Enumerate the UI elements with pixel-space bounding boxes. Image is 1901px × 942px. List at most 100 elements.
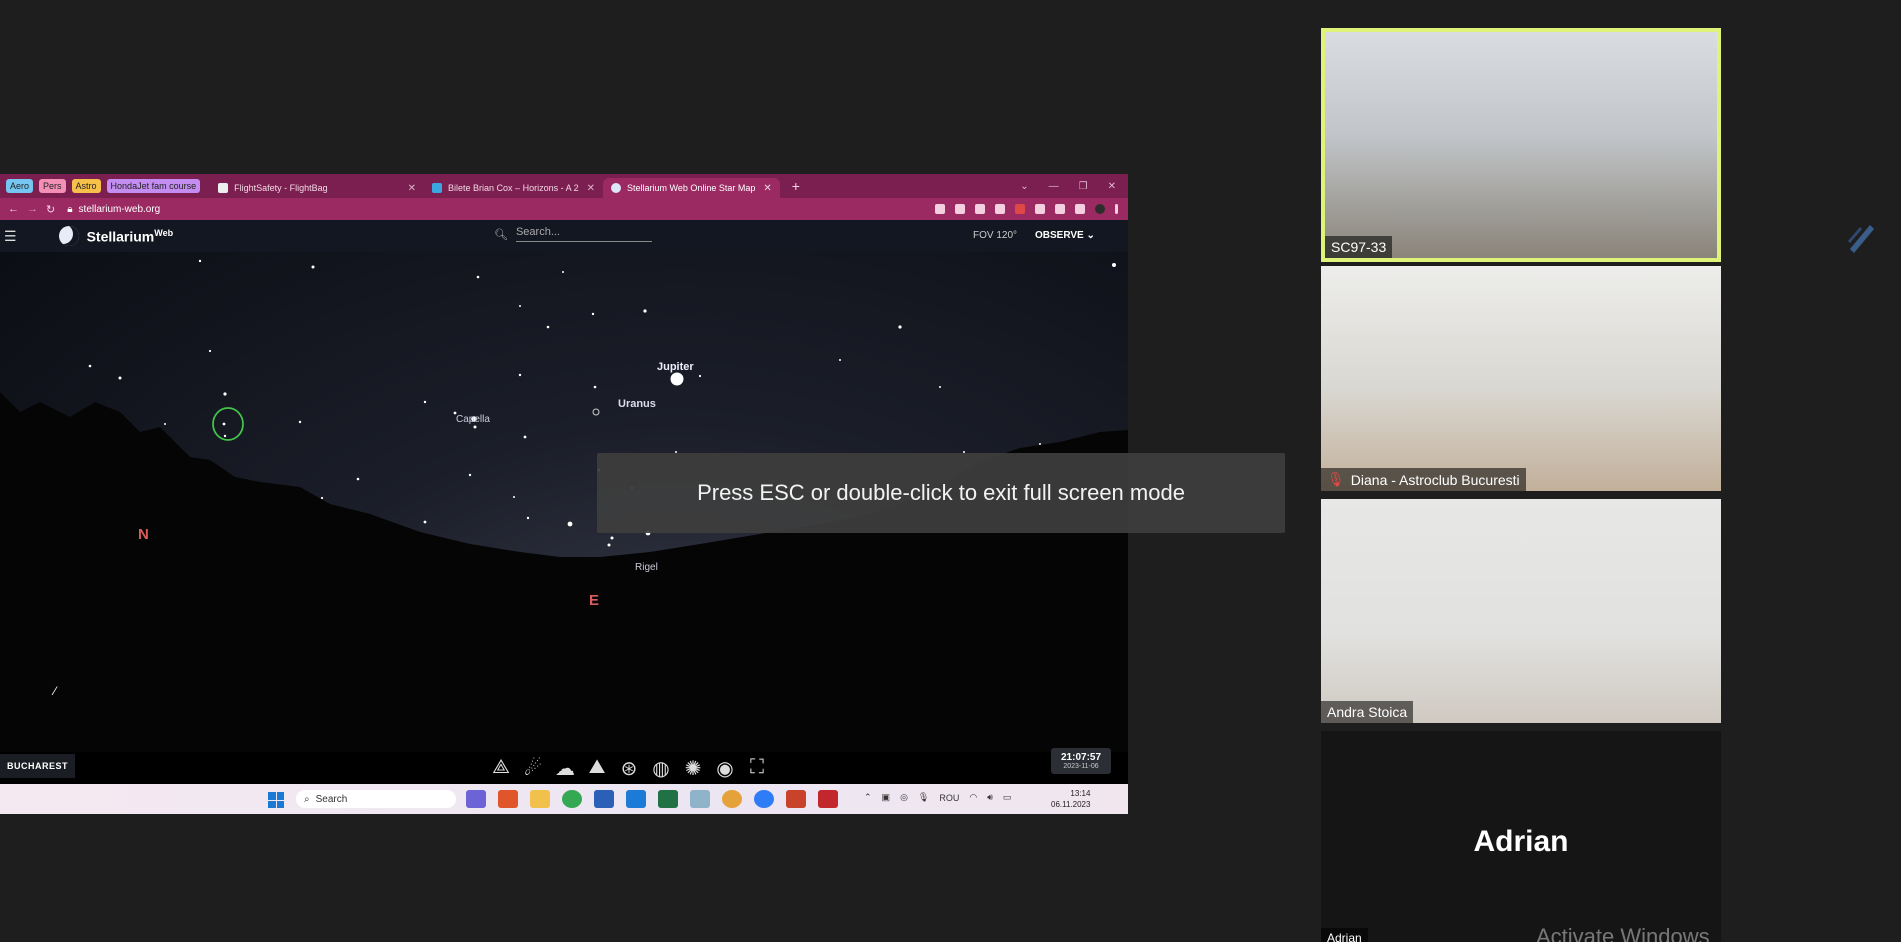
menu-dots-icon[interactable] — [1115, 204, 1118, 214]
pen-tool-icon[interactable] — [1846, 219, 1876, 255]
volume-icon[interactable]: 🔊︎ — [987, 792, 993, 803]
system-tray: ⌃ ▣ ◎ 🎙︎ ROU ◠ 🔊︎ ▭ — [864, 792, 1011, 803]
green-annotation-circle — [212, 407, 244, 441]
participant-tile-diana[interactable]: 🎙︎ Diana - Astroclub Bucuresti — [1321, 266, 1721, 491]
puzzle-icon[interactable] — [1035, 204, 1045, 214]
bookmark-aero[interactable]: Aero — [6, 179, 34, 193]
azimuthal-grid-icon[interactable]: ⊛ — [616, 756, 642, 781]
uranus-marker[interactable] — [592, 408, 600, 416]
chrome-profile-icon[interactable] — [722, 790, 742, 808]
fullscreen-icon[interactable]: ⛶ — [744, 756, 770, 781]
hamburger-menu-icon[interactable]: ☰ — [4, 228, 17, 245]
sky-time-button[interactable]: 21:07:57 2023-11-06 — [1051, 748, 1112, 774]
constellation-lines-icon[interactable]: ⟁ — [488, 756, 514, 781]
windows-taskbar: ⌕ Search ⌃ ▣ ◎ 🎙︎ ROU ◠ 🔊︎ ▭ 13:14 06.11… — [0, 784, 1128, 814]
outlook-icon[interactable] — [626, 790, 646, 808]
label-rigel[interactable]: Rigel — [635, 562, 658, 573]
new-tab-icon[interactable]: + — [792, 178, 800, 194]
taskbar-apps — [466, 790, 838, 808]
search-icon: ⌕ — [304, 793, 310, 805]
participant-tile-sc97-33[interactable]: SC97-33 — [1321, 28, 1721, 262]
landscape-icon[interactable]: ☁ — [552, 756, 578, 781]
close-icon[interactable]: ✕ — [408, 183, 416, 194]
word-icon[interactable] — [594, 790, 614, 808]
wifi-icon[interactable]: ◠ — [969, 792, 977, 803]
teams-icon[interactable] — [466, 790, 486, 808]
participant-tile-andra[interactable]: Andra Stoica — [1321, 499, 1721, 723]
google-icon[interactable] — [955, 204, 965, 214]
tray-app-icon[interactable]: ▣ — [882, 792, 891, 803]
constellation-art-icon[interactable]: ☄ — [520, 756, 546, 781]
chrome-icon[interactable] — [562, 790, 582, 808]
powerpoint-icon[interactable] — [786, 790, 806, 808]
tab-brian-cox[interactable]: Bilete Brian Cox – Horizons - A 2 ✕ — [424, 178, 603, 198]
cardinal-north: N — [138, 526, 149, 543]
windows-start-icon[interactable] — [268, 792, 284, 808]
ticket-site-icon — [432, 183, 443, 193]
office-icon[interactable] — [498, 790, 518, 808]
snipping-tool-icon[interactable] — [690, 790, 710, 808]
jupiter-marker[interactable] — [670, 372, 684, 386]
download-icon[interactable] — [1055, 204, 1065, 214]
search-input[interactable]: Search... — [515, 226, 652, 242]
excel-icon[interactable] — [658, 790, 678, 808]
minimize-icon[interactable]: — — [1049, 181, 1059, 192]
deep-sky-objects-icon[interactable]: ✺ — [680, 756, 706, 781]
adblock-icon[interactable] — [1015, 204, 1025, 214]
moon-logo-icon — [58, 226, 79, 246]
participant-name: SC97-33 — [1325, 236, 1393, 258]
tray-sync-icon[interactable]: ◎ — [900, 792, 908, 803]
logo-sup: Web — [154, 227, 174, 238]
tab-flightsafety[interactable]: FlightSafety - FlightBag ✕ — [210, 178, 424, 198]
acrobat-icon[interactable] — [818, 790, 838, 808]
restore-icon[interactable]: ❐ — [1079, 181, 1088, 192]
bookmark-hondajet[interactable]: HondaJet fam course — [106, 179, 201, 193]
sky-time: 21:07:57 — [1061, 752, 1102, 763]
taskbar-search[interactable]: ⌕ Search — [296, 790, 456, 808]
forward-icon[interactable]: → — [27, 203, 38, 215]
logo-text: Stellarium — [86, 228, 155, 245]
tab-stellarium[interactable]: Stellarium Web Online Star Map ✕ — [602, 178, 780, 198]
reload-icon[interactable]: ↻ — [46, 203, 55, 216]
lock-icon: 🔒︎ — [67, 203, 73, 215]
horizon-landscape — [0, 392, 1128, 752]
address-bar[interactable]: 🔒︎ stellarium-web.org — [67, 204, 160, 215]
close-icon[interactable]: ✕ — [587, 183, 595, 194]
chevron-down-icon[interactable]: ⌄ — [1020, 181, 1028, 192]
location-icon[interactable] — [935, 204, 945, 214]
observe-button[interactable]: OBSERVE ⌄ — [1035, 230, 1095, 241]
sky-search[interactable]: 🔍︎ Search... — [494, 226, 652, 242]
language-indicator[interactable]: ROU — [939, 793, 959, 803]
bookmark-pers[interactable]: Pers — [39, 179, 66, 193]
label-jupiter[interactable]: Jupiter — [657, 361, 694, 373]
taskbar-date: 06.11.2023 — [1051, 800, 1091, 809]
sky-toolbar: ⟁ ☄ ☁ ⛰ ⊛ ◍ ✺ ◉ ⛶ — [488, 756, 770, 781]
atmosphere-icon[interactable]: ⛰ — [584, 756, 610, 781]
cardinal-east: E — [589, 592, 600, 609]
participant-tile-adrian[interactable]: Adrian Adrian — [1321, 731, 1721, 942]
profile-avatar[interactable] — [1095, 204, 1105, 214]
file-explorer-icon[interactable] — [530, 790, 550, 808]
equatorial-grid-icon[interactable]: ◍ — [648, 756, 674, 781]
back-icon[interactable]: ← — [8, 203, 19, 215]
fullscreen-exit-notice: Press ESC or double-click to exit full s… — [597, 453, 1285, 533]
sidepanel-icon[interactable] — [1075, 204, 1085, 214]
bookmark-astro[interactable]: Astro — [71, 179, 101, 193]
night-mode-eye-icon[interactable]: ◉ — [712, 756, 738, 781]
microphone-icon[interactable]: 🎙︎ — [918, 792, 929, 803]
muted-microphone-icon: 🎙︎ — [1327, 471, 1345, 487]
location-button[interactable]: BUCHAREST — [0, 754, 76, 778]
zoom-icon[interactable] — [754, 790, 774, 808]
share-icon[interactable] — [975, 204, 985, 214]
label-capella[interactable]: Capella — [456, 414, 490, 425]
star-icon[interactable] — [995, 204, 1005, 214]
battery-icon[interactable]: ▭ — [1003, 792, 1012, 803]
close-window-icon[interactable]: ✕ — [1108, 181, 1116, 192]
chevron-up-icon[interactable]: ⌃ — [864, 792, 872, 803]
tab-label: Stellarium Web Online Star Map — [626, 183, 756, 193]
sky-date: 2023-11-06 — [1063, 763, 1099, 770]
label-uranus[interactable]: Uranus — [618, 398, 656, 410]
taskbar-clock[interactable]: 13:14 06.11.2023 — [1051, 788, 1090, 810]
close-icon[interactable]: ✕ — [763, 183, 771, 194]
pen-cursor-icon: ⁄ — [54, 684, 57, 698]
